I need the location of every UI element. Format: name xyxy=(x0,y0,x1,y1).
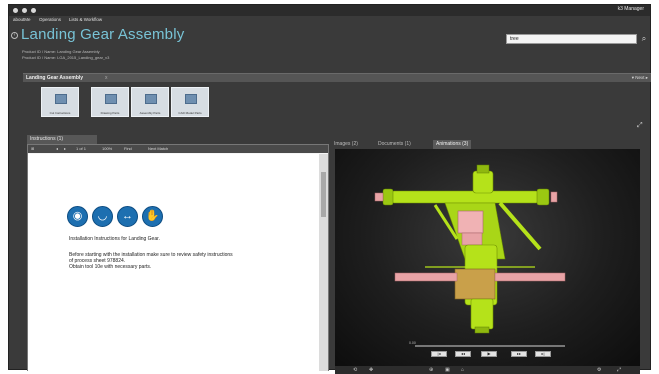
pan-icon[interactable]: ✥ xyxy=(369,367,373,373)
rewind-button[interactable]: ◂◂ xyxy=(455,351,471,357)
back-arrow-icon[interactable]: ‹ xyxy=(11,32,18,39)
toolbar-prev-icon[interactable]: ◂ xyxy=(56,146,58,151)
fast-forward-button[interactable]: ▸▸ xyxy=(511,351,527,357)
zoom-icon[interactable]: ⊕ xyxy=(429,367,433,373)
thumbnail-cad-model-parts[interactable]: CAD Model Parts xyxy=(171,87,209,117)
toolbar-grid-icon[interactable]: ⊞ xyxy=(31,146,34,151)
thumbnail-label: Assembly Parts xyxy=(139,111,161,115)
document-scrollbar[interactable] xyxy=(319,154,328,371)
search-input[interactable]: tree xyxy=(506,34,637,44)
tab-animations[interactable]: Animations (3) xyxy=(433,140,472,149)
document-toolbar: ⊞ ◂ ▸ 1 of 1 100% Find Next Match xyxy=(28,145,328,153)
next-match-button[interactable]: Next Match xyxy=(148,146,168,151)
ear-muff-icon: ↔ xyxy=(117,206,138,227)
timeline-slider[interactable] xyxy=(415,345,565,347)
landing-gear-model[interactable] xyxy=(335,149,640,366)
fullscreen-icon[interactable]: ⤢ xyxy=(617,367,621,373)
title-bar: k3 Manager xyxy=(9,5,650,16)
section-navigation[interactable]: ▾ Next ▸ xyxy=(632,75,648,81)
page-title: Landing Gear Assembly xyxy=(21,26,185,43)
current-user: k3 Manager xyxy=(617,6,644,12)
zoom-level[interactable]: 100% xyxy=(102,146,112,151)
viewer-toolbar: ⟲ ✥ ⊕ ▣ ⌂ ⚙ ⤢ xyxy=(335,366,640,374)
page-indicator: 1 of 1 xyxy=(76,146,87,151)
home-icon[interactable]: ⌂ xyxy=(461,367,464,373)
document-icon xyxy=(105,94,117,104)
scrollbar-thumb[interactable] xyxy=(321,172,326,217)
3d-viewer[interactable]: 0.00 |◂ ◂◂ ▶ ▸▸ ▸| xyxy=(335,149,640,366)
doc-line-4: Obtain tool 10e with necessary parts. xyxy=(69,264,152,270)
gloves-icon: ✋ xyxy=(142,206,163,227)
thumbnail-cut-instructions[interactable]: Cut Instructions xyxy=(41,87,79,117)
thumbnail-drawing-parts[interactable]: Drawing Parts xyxy=(91,87,129,117)
menu-item-aboutme[interactable]: aboutMe xyxy=(13,17,31,22)
document-icon xyxy=(55,94,67,104)
tab-images[interactable]: Images (2) xyxy=(331,140,361,149)
thumbnail-label: CAD Model Parts xyxy=(178,111,202,115)
document-icon xyxy=(185,94,197,104)
doc-line-1: Installation Instructions for Landing Ge… xyxy=(69,236,160,242)
tab-instructions[interactable]: Instructions (1) xyxy=(27,135,97,144)
product-subline-2: Product ID / Name: LGA_2015_Landing_gear… xyxy=(22,55,110,60)
thumbnail-label: Drawing Parts xyxy=(100,111,120,115)
skip-end-button[interactable]: ▸| xyxy=(535,351,551,357)
hearing-protection-icon: ◡ xyxy=(92,206,113,227)
skip-start-button[interactable]: |◂ xyxy=(431,351,447,357)
minimize-window-icon[interactable] xyxy=(22,8,27,13)
windows-app-icon xyxy=(145,94,157,104)
close-window-icon[interactable] xyxy=(13,8,18,13)
play-button[interactable]: ▶ xyxy=(481,351,497,357)
section-header: Landing Gear Assembly x ▾ Next ▸ xyxy=(23,73,651,82)
eye-protection-icon: ◉ xyxy=(67,206,88,227)
maximize-window-icon[interactable] xyxy=(31,8,36,13)
toolbar-next-icon[interactable]: ▸ xyxy=(64,146,66,151)
expand-icon[interactable]: ⤢ xyxy=(637,122,643,130)
product-subline-1: Product ID / Name: Landing Gear Assembly xyxy=(22,49,100,54)
section-close-icon[interactable]: x xyxy=(105,75,108,81)
rotate-icon[interactable]: ⟲ xyxy=(353,367,357,373)
menu-bar: aboutMe Operations Lists & Workflow xyxy=(9,17,650,25)
menu-item-operations[interactable]: Operations xyxy=(39,17,61,22)
search-icon[interactable]: ⌕ xyxy=(639,33,649,45)
find-field[interactable]: Find xyxy=(124,146,132,151)
thumbnail-assembly-parts[interactable]: Assembly Parts xyxy=(131,87,169,117)
menu-item-lists-workflow[interactable]: Lists & Workflow xyxy=(69,17,102,22)
application-window: k3 Manager aboutMe Operations Lists & Wo… xyxy=(8,4,651,374)
settings-icon[interactable]: ⚙ xyxy=(597,367,601,373)
thumbnail-label: Cut Instructions xyxy=(49,111,71,115)
section-title: Landing Gear Assembly xyxy=(26,75,84,81)
timeline-label: 0.00 xyxy=(409,341,416,345)
tab-documents[interactable]: Documents (1) xyxy=(375,140,414,149)
fit-icon[interactable]: ▣ xyxy=(445,367,450,373)
